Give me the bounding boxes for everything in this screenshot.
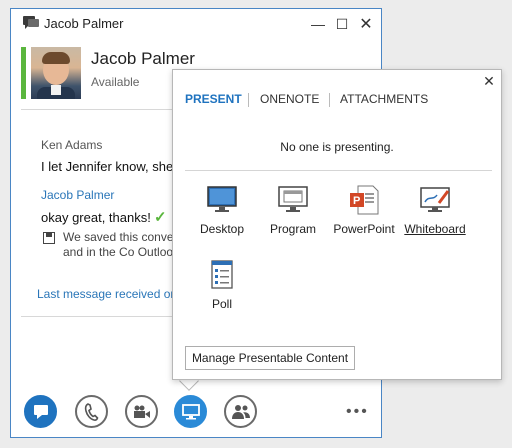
im-icon — [33, 404, 48, 419]
powerpoint-icon: P — [350, 185, 379, 215]
presenting-status: No one is presenting. — [280, 140, 394, 154]
message-text: okay great, thanks! — [41, 210, 151, 225]
message-text: I let Jennifer know, she — [41, 159, 174, 174]
poll-label: Poll — [211, 297, 232, 311]
whiteboard-icon — [420, 187, 450, 212]
flyout-close-button[interactable]: ✕ — [481, 73, 497, 89]
message-sender[interactable]: Jacob Palmer — [41, 188, 114, 202]
close-button[interactable]: ✕ — [355, 14, 377, 34]
present-icon — [181, 403, 200, 419]
desktop-label: Desktop — [199, 222, 245, 236]
presence-indicator — [21, 47, 26, 99]
contact-name[interactable]: Jacob Palmer — [91, 49, 195, 69]
tab-onenote[interactable]: ONENOTE — [260, 92, 319, 106]
manage-presentable-content-button[interactable]: Manage Presentable Content — [185, 346, 355, 370]
maximize-button[interactable]: ☐ — [331, 14, 353, 34]
title-bar: Jacob Palmer — ☐ ✕ — [11, 9, 381, 39]
whiteboard-label: Whiteboard — [404, 222, 466, 236]
conversation-toolbar: ••• — [11, 389, 381, 434]
tab-attachments[interactable]: ATTACHMENTS — [340, 92, 428, 106]
svg-text:P: P — [353, 195, 360, 207]
divider — [185, 170, 492, 171]
video-button[interactable] — [125, 395, 158, 428]
participants-button[interactable] — [224, 395, 257, 428]
powerpoint-label: PowerPoint — [333, 222, 395, 236]
more-options-button[interactable]: ••• — [346, 403, 369, 421]
poll-icon — [211, 260, 233, 289]
present-whiteboard-option[interactable]: Whiteboard — [400, 185, 470, 245]
present-powerpoint-option[interactable]: P PowerPoint — [329, 185, 399, 245]
im-button[interactable] — [24, 395, 57, 428]
present-desktop-option[interactable]: Desktop — [187, 185, 257, 245]
people-icon — [231, 404, 250, 419]
window-title: Jacob Palmer — [44, 16, 124, 31]
avatar[interactable] — [31, 47, 81, 99]
message-sender: Ken Adams — [41, 138, 103, 152]
phone-icon — [84, 402, 98, 421]
save-icon — [43, 232, 55, 244]
program-icon — [278, 186, 308, 212]
minimize-button[interactable]: — — [307, 14, 329, 34]
last-message-link[interactable]: Last message received on — [37, 287, 177, 301]
call-button[interactable] — [75, 395, 108, 428]
video-icon — [133, 405, 150, 418]
present-button[interactable] — [174, 395, 207, 428]
lync-conversation-icon — [23, 16, 39, 29]
delivered-check-icon: ✓ — [154, 209, 167, 226]
program-label: Program — [269, 222, 316, 236]
desktop-icon — [207, 186, 237, 212]
present-program-option[interactable]: Program — [258, 185, 328, 245]
contact-status: Available — [91, 75, 140, 89]
present-flyout: ✕ PRESENT ONENOTE ATTACHMENTS No one is … — [172, 69, 502, 380]
present-poll-option[interactable]: Poll — [187, 260, 257, 320]
tab-present[interactable]: PRESENT — [185, 92, 242, 106]
